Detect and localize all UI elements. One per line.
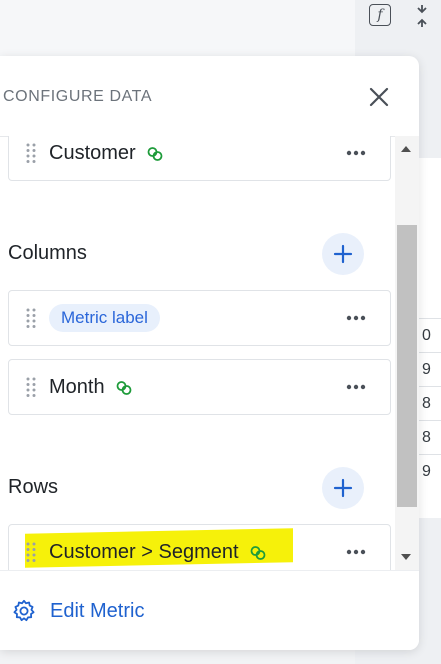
metric-label-pill: Metric label: [49, 304, 160, 332]
panel-footer: Edit Metric: [0, 570, 419, 650]
table-cell: 8: [419, 420, 441, 454]
configure-data-panel: CONFIGURE DATA Customer Columns Metric l…: [0, 56, 419, 650]
link-icon: [250, 545, 266, 560]
field-card-customer[interactable]: Customer: [8, 136, 391, 181]
more-options-icon[interactable]: [346, 150, 366, 156]
panel-title: CONFIGURE DATA: [3, 88, 153, 105]
field-label-text: Customer > Segment: [49, 541, 239, 563]
field-label-text: Month: [49, 376, 105, 398]
fields-scroll-area[interactable]: Customer Columns Metric label Month Rows…: [0, 136, 393, 570]
scroll-up-arrow-icon[interactable]: [401, 146, 411, 152]
scroll-down-arrow-icon[interactable]: [401, 554, 411, 560]
table-cell: 9: [419, 454, 441, 488]
collapse-icon[interactable]: [411, 4, 433, 28]
more-options-icon[interactable]: [346, 549, 366, 555]
close-button[interactable]: [366, 84, 392, 110]
panel-header: CONFIGURE DATA: [0, 56, 419, 137]
drag-handle-icon[interactable]: [25, 541, 37, 563]
add-row-button[interactable]: [322, 467, 364, 509]
plus-icon: [333, 244, 353, 264]
field-card-month[interactable]: Month: [8, 359, 391, 415]
field-label-text: Customer: [49, 142, 136, 164]
scrollbar[interactable]: [395, 136, 419, 570]
columns-heading: Columns: [8, 242, 87, 264]
add-column-button[interactable]: [322, 233, 364, 275]
scrollbar-thumb[interactable]: [397, 225, 417, 507]
plus-icon: [333, 478, 353, 498]
background-table: 0 9 8 8 9: [418, 158, 441, 518]
edit-metric-button[interactable]: Edit Metric: [12, 599, 144, 623]
field-label: Customer: [49, 142, 163, 165]
link-icon: [116, 380, 132, 395]
field-label: Customer > Segment: [49, 541, 266, 564]
edit-metric-label: Edit Metric: [50, 599, 145, 622]
field-card-customer-segment[interactable]: Customer > Segment: [8, 524, 391, 570]
function-icon[interactable]: f: [369, 4, 391, 26]
more-options-icon[interactable]: [346, 384, 366, 390]
link-icon: [147, 146, 163, 161]
table-cell: 0: [419, 318, 441, 352]
table-cell: 9: [419, 352, 441, 386]
field-card-metric-label[interactable]: Metric label: [8, 290, 391, 346]
drag-handle-icon[interactable]: [25, 307, 37, 329]
field-label: Month: [49, 376, 132, 399]
table-cell: 8: [419, 386, 441, 420]
more-options-icon[interactable]: [346, 315, 366, 321]
rows-heading: Rows: [8, 476, 59, 498]
drag-handle-icon[interactable]: [25, 142, 37, 164]
close-icon: [369, 87, 389, 107]
gear-icon: [13, 599, 35, 622]
drag-handle-icon[interactable]: [25, 376, 37, 398]
